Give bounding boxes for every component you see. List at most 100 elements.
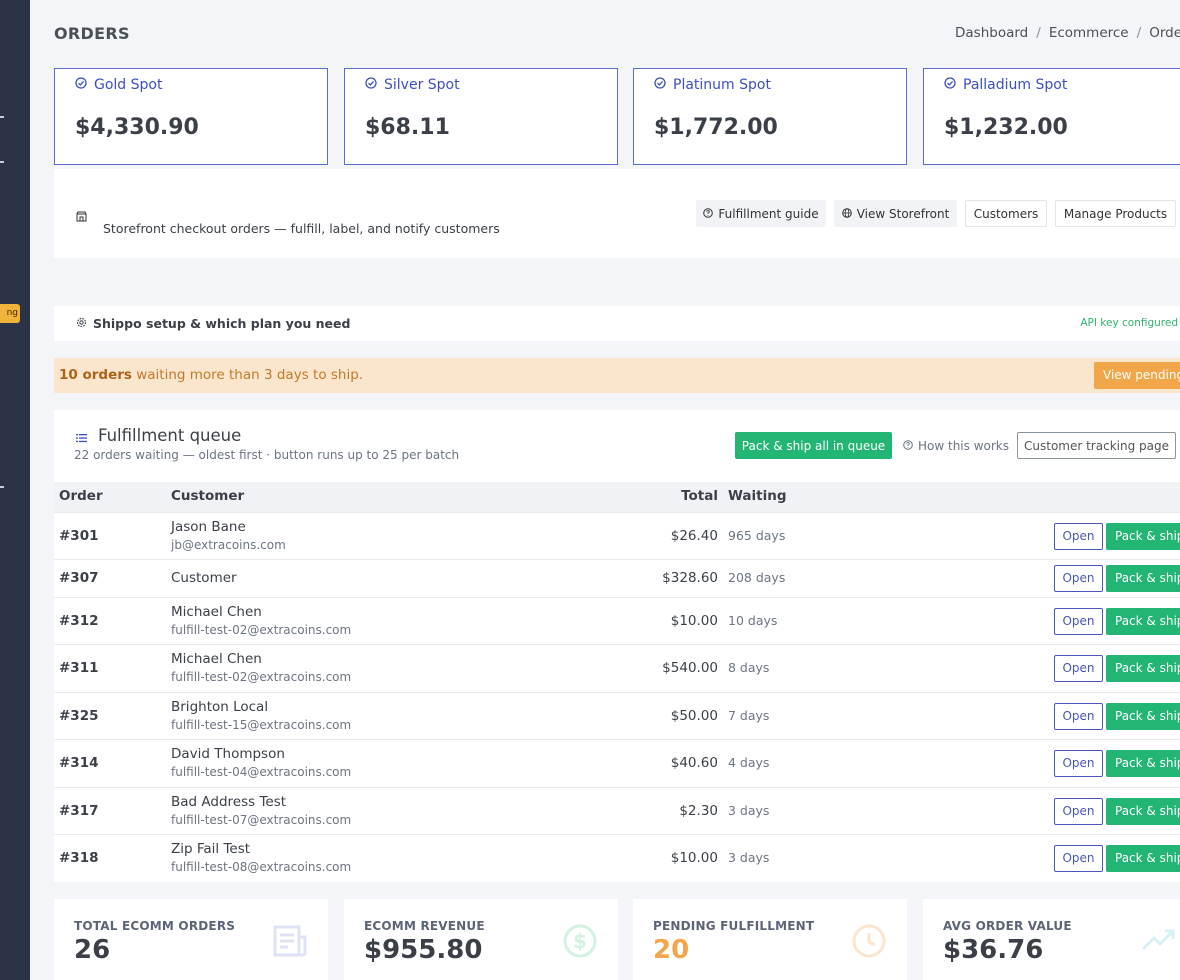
breadcrumb-separator: / [1036, 25, 1041, 41]
table-row[interactable]: #312 Michael Chen fulfill-test-02@extrac… [54, 597, 1180, 644]
list-icon [76, 428, 87, 447]
pack-ship-button[interactable]: Pack & ship [1106, 608, 1180, 635]
customer-email: fulfill-test-02@extracoins.com [171, 670, 352, 684]
question-circle-icon [903, 439, 913, 453]
customer-email: fulfill-test-15@extracoins.com [171, 718, 352, 732]
column-header-total[interactable]: Total [681, 488, 718, 504]
spot-price: $1,232.00 [944, 115, 1068, 140]
waiting-time: 4 days [728, 755, 770, 770]
sidebar-nav-marker[interactable] [0, 161, 4, 163]
fulfillment-guide-button[interactable]: Fulfillment guide [696, 200, 826, 227]
table-row[interactable]: #311 Michael Chen fulfill-test-02@extrac… [54, 644, 1180, 692]
table-row[interactable]: #325 Brighton Local fulfill-test-15@extr… [54, 692, 1180, 739]
pack-ship-button[interactable]: Pack & ship [1106, 523, 1180, 550]
view-storefront-button[interactable]: View Storefront [834, 200, 957, 227]
waiting-time: 8 days [728, 660, 770, 675]
customer-tracking-button[interactable]: Customer tracking page [1017, 432, 1176, 459]
open-order-button[interactable]: Open [1054, 798, 1103, 825]
breadcrumb-ecommerce[interactable]: Ecommerce [1049, 25, 1129, 41]
customer-name: David Thompson [171, 746, 285, 762]
queue-title: Fulfillment queue [98, 426, 242, 445]
order-number[interactable]: #301 [59, 528, 99, 544]
open-order-button[interactable]: Open [1054, 565, 1103, 592]
order-number[interactable]: #318 [59, 850, 99, 866]
order-number[interactable]: #325 [59, 708, 99, 724]
sidebar-nav-marker[interactable] [0, 486, 4, 488]
svg-text:$: $ [573, 929, 587, 953]
spot-name: Palladium Spot [963, 77, 1068, 93]
open-order-button[interactable]: Open [1054, 655, 1103, 682]
column-header-customer[interactable]: Customer [171, 488, 244, 504]
waiting-time: 208 days [728, 570, 786, 585]
stat-value: 26 [74, 935, 111, 965]
how-this-works-link[interactable]: How this works [902, 432, 1010, 459]
manage-products-button[interactable]: Manage Products [1055, 200, 1176, 227]
customer-name: Jason Bane [171, 519, 246, 535]
order-number[interactable]: #307 [59, 570, 99, 586]
open-order-button[interactable]: Open [1054, 608, 1103, 635]
fulfillment-queue-card: Fulfillment queue 22 orders waiting — ol… [54, 410, 1180, 882]
stat-card-total-orders: TOTAL ECOMM ORDERS 26 [54, 899, 328, 980]
stat-label: AVG ORDER VALUE [943, 919, 1072, 933]
alert-count: 10 orders [59, 367, 132, 383]
receipt-icon [272, 923, 308, 963]
column-header-waiting[interactable]: Waiting [728, 488, 787, 504]
pack-ship-button[interactable]: Pack & ship [1106, 845, 1180, 872]
spot-price: $4,330.90 [75, 115, 199, 140]
queue-subtitle: 22 orders waiting — oldest first · butto… [74, 448, 460, 462]
order-number[interactable]: #311 [59, 660, 99, 676]
table-row[interactable]: #314 David Thompson fulfill-test-04@extr… [54, 739, 1180, 787]
table-header: Order Customer Total Waiting [54, 482, 1180, 512]
pack-ship-button[interactable]: Pack & ship [1106, 565, 1180, 592]
customer-email: fulfill-test-02@extracoins.com [171, 623, 352, 637]
pack-ship-all-button[interactable]: Pack & ship all in queue [735, 432, 892, 459]
store-icon [76, 207, 87, 226]
order-total: $40.60 [670, 755, 718, 771]
open-order-button[interactable]: Open [1054, 845, 1103, 872]
sidebar-badge[interactable]: ng [0, 304, 20, 323]
stat-value: $36.76 [943, 935, 1044, 965]
shippo-status: API key configured [1080, 317, 1178, 329]
table-row[interactable]: #301 Jason Bane jb@extracoins.com $26.40… [54, 512, 1180, 559]
stat-value: $955.80 [364, 935, 483, 965]
stat-label: PENDING FULFILLMENT [653, 919, 815, 933]
order-total: $26.40 [670, 528, 718, 544]
order-number[interactable]: #312 [59, 613, 99, 629]
question-circle-icon [703, 207, 714, 221]
spot-card-gold: Gold Spot $4,330.90 [54, 68, 328, 165]
order-total: $10.00 [670, 613, 718, 629]
pack-ship-button[interactable]: Pack & ship [1106, 703, 1180, 730]
pack-ship-button[interactable]: Pack & ship [1106, 655, 1180, 682]
pack-ship-button[interactable]: Pack & ship [1106, 750, 1180, 777]
gear-icon [76, 316, 87, 331]
open-order-button[interactable]: Open [1054, 703, 1103, 730]
page-title: ORDERS [54, 24, 130, 43]
customer-email: jb@extracoins.com [171, 538, 286, 552]
shippo-setup-panel[interactable]: Shippo setup & which plan you need API k… [54, 306, 1180, 341]
table-row[interactable]: #318 Zip Fail Test fulfill-test-08@extra… [54, 834, 1180, 882]
spot-name: Platinum Spot [673, 77, 771, 93]
column-header-order[interactable]: Order [59, 488, 103, 504]
customers-button[interactable]: Customers [965, 200, 1047, 227]
open-order-button[interactable]: Open [1054, 750, 1103, 777]
order-number[interactable]: #317 [59, 803, 99, 819]
fulfillment-guide-label: Fulfillment guide [718, 206, 819, 221]
stat-card-revenue: ECOMM REVENUE $955.80 $ [344, 899, 618, 980]
spot-name: Gold Spot [94, 77, 163, 93]
spot-card-silver: Silver Spot $68.11 [344, 68, 618, 165]
globe-icon [841, 207, 852, 221]
breadcrumb-dashboard[interactable]: Dashboard [955, 25, 1028, 41]
customer-name: Customer [171, 570, 237, 586]
open-order-button[interactable]: Open [1054, 523, 1103, 550]
view-pending-button[interactable]: View pending [1094, 362, 1180, 389]
table-row[interactable]: #317 Bad Address Test fulfill-test-07@ex… [54, 787, 1180, 834]
order-total: $328.60 [662, 570, 718, 586]
badge-check-icon [654, 77, 666, 93]
waiting-time: 7 days [728, 708, 770, 723]
badge-check-icon [365, 77, 377, 93]
table-row[interactable]: #307 Customer $328.60 208 days Open Pack… [54, 559, 1180, 597]
order-number[interactable]: #314 [59, 755, 99, 771]
sidebar-nav-marker[interactable] [0, 116, 4, 118]
pack-ship-button[interactable]: Pack & ship [1106, 798, 1180, 825]
badge-check-icon [75, 77, 87, 93]
